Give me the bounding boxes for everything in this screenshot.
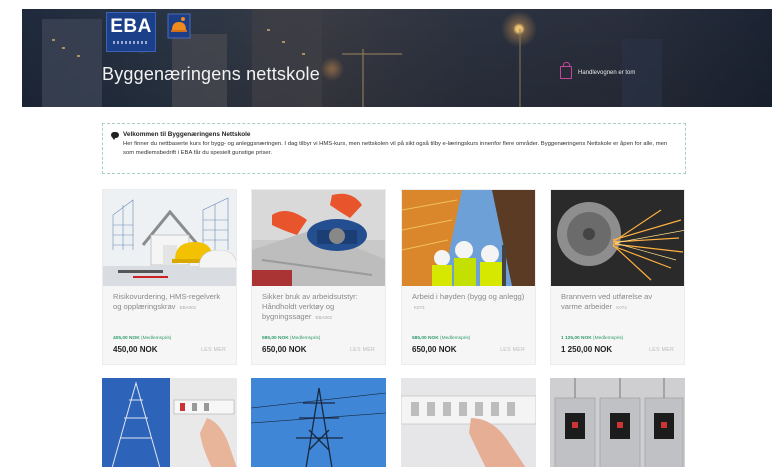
- course-image-electric-panel: [102, 378, 237, 467]
- course-image-circuit-breaker: [401, 378, 536, 467]
- course-card[interactable]: Risikovurdering, HMS-regelverk og opplær…: [102, 189, 237, 365]
- course-name: Risikovurdering, HMS-regelverk og opplær…: [113, 292, 221, 311]
- helmet-icon: [167, 13, 191, 39]
- welcome-box: Velkommen til Byggenæringens Nettskole H…: [102, 123, 686, 174]
- read-more-link[interactable]: LES MER: [500, 347, 525, 353]
- cart-label: Handlevognen er tom: [578, 69, 636, 76]
- member-price-value: 1 125,00 NOK: [561, 336, 592, 341]
- course-image-tools: [252, 190, 385, 286]
- course-name: Brannvern ved utførelse av varme arbeide…: [561, 292, 653, 311]
- course-price: 650,00 NOK: [412, 345, 457, 354]
- course-card[interactable]: Arbeid i høyden (bygg og anlegg) K073 58…: [401, 189, 536, 365]
- course-price: 650,00 NOK: [262, 345, 307, 354]
- course-code: EBA001: [179, 305, 197, 310]
- header-window: [62, 47, 65, 49]
- member-price-value: 585,00 NOK: [262, 336, 289, 341]
- header-window: [302, 53, 305, 55]
- course-image-risk: [103, 190, 236, 286]
- light-pole: [519, 29, 521, 107]
- course-price: 1 250,00 NOK: [561, 345, 613, 354]
- shopping-bag-icon: [560, 62, 572, 79]
- course-image-power-lines: [251, 378, 386, 467]
- course-name: Sikker bruk av arbeidsutstyr: Håndholdt …: [262, 292, 358, 321]
- course-card[interactable]: [251, 378, 386, 467]
- member-price: 585,00 NOK (Medlemspris): [262, 336, 320, 341]
- course-image-fire: [551, 190, 684, 286]
- course-code: K073: [414, 305, 425, 310]
- header-window: [52, 39, 55, 41]
- member-price: 1 125,00 NOK (Medlemspris): [561, 336, 623, 341]
- member-price-label: (Medlemspris): [593, 336, 624, 341]
- member-price: 405,00 NOK (Medlemspris): [113, 336, 171, 341]
- course-image-switchgear: [550, 378, 685, 467]
- course-card[interactable]: Brannvern ved utførelse av varme arbeide…: [550, 189, 685, 365]
- course-image-heights: [402, 190, 535, 286]
- course-card[interactable]: Sikker bruk av arbeidsutstyr: Håndholdt …: [251, 189, 386, 365]
- logo-subtext: [113, 41, 149, 44]
- header-building: [42, 19, 102, 107]
- member-price-label: (Medlemspris): [440, 336, 471, 341]
- member-price-label: (Medlemspris): [141, 336, 172, 341]
- header-window: [267, 29, 270, 31]
- course-title: Arbeid i høyden (bygg og anlegg) K073: [412, 292, 525, 313]
- member-price-label: (Medlemspris): [290, 336, 321, 341]
- welcome-title: Velkommen til Byggenæringens Nettskole: [123, 131, 251, 138]
- welcome-heading: Velkommen til Byggenæringens Nettskole: [111, 131, 677, 140]
- read-more-link[interactable]: LES MER: [201, 347, 226, 353]
- course-card[interactable]: [550, 378, 685, 467]
- crane-mast: [362, 49, 364, 107]
- chat-bubble-icon: [111, 131, 119, 140]
- course-card[interactable]: [401, 378, 536, 467]
- member-price-value: 405,00 NOK: [113, 336, 140, 341]
- read-more-link[interactable]: LES MER: [649, 347, 674, 353]
- course-card[interactable]: [102, 378, 237, 467]
- course-title: Sikker bruk av arbeidsutstyr: Håndholdt …: [262, 292, 375, 323]
- course-code: EBA002: [315, 315, 333, 320]
- course-title: Risikovurdering, HMS-regelverk og opplær…: [113, 292, 226, 313]
- member-price: 585,00 NOK (Medlemspris): [412, 336, 470, 341]
- course-price: 450,00 NOK: [113, 345, 158, 354]
- site-title: Byggenæringens nettskole: [102, 64, 320, 84]
- member-price-value: 585,00 NOK: [412, 336, 439, 341]
- eba-logo[interactable]: EBA: [106, 12, 156, 52]
- welcome-text: Her finner du nettbaserte kurs for bygg-…: [123, 141, 668, 156]
- course-title: Brannvern ved utførelse av varme arbeide…: [561, 292, 674, 313]
- header-window: [77, 55, 80, 57]
- site-header: EBA Byggenæringens nettskole Handlevogne…: [22, 9, 772, 107]
- header-building: [252, 9, 322, 107]
- course-code: K074: [616, 305, 627, 310]
- course-name: Arbeid i høyden (bygg og anlegg): [412, 292, 525, 301]
- cart-button[interactable]: Handlevognen er tom: [560, 62, 636, 79]
- logo-text: EBA: [110, 16, 152, 37]
- header-window: [282, 41, 285, 43]
- crane-jib: [342, 53, 402, 55]
- read-more-link[interactable]: LES MER: [350, 347, 375, 353]
